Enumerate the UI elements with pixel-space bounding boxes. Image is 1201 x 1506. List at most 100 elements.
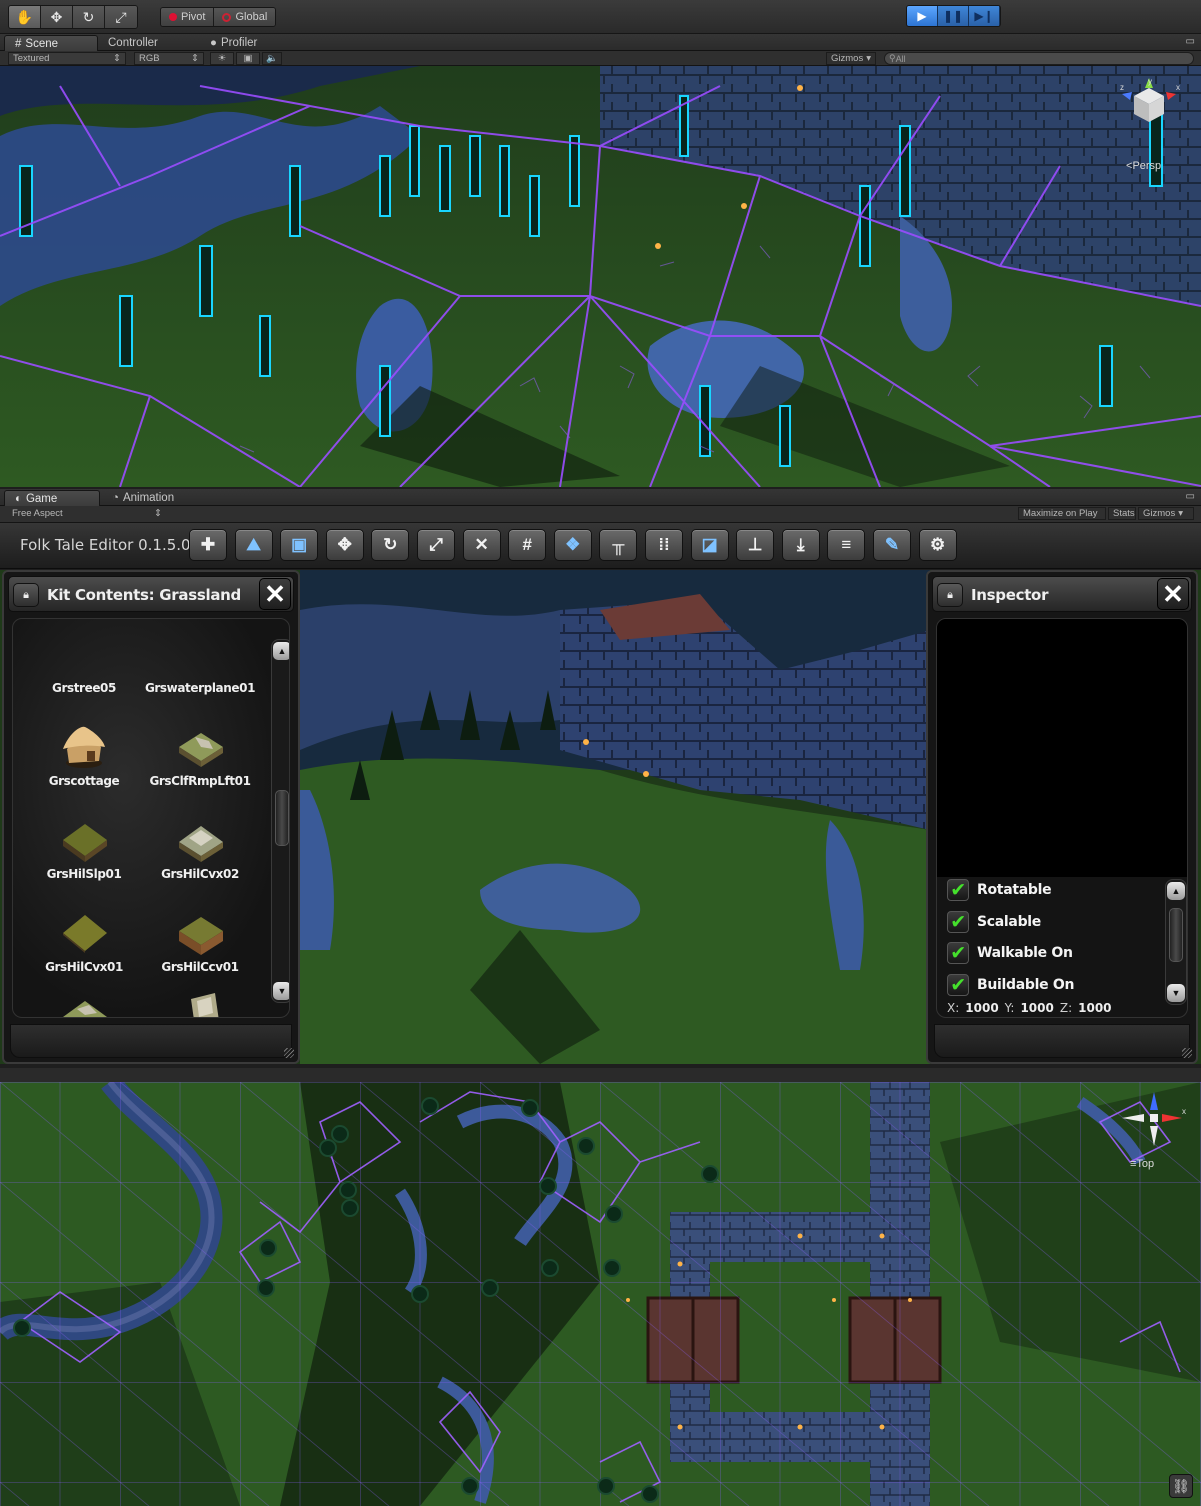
rotate-icon: ↻ bbox=[82, 8, 95, 25]
layers-button[interactable]: ≡ bbox=[827, 529, 866, 561]
kit-item-grid: Grstree05 Grswaterplane01 Grscottage Grs… bbox=[12, 618, 290, 1018]
drop-button[interactable]: ⤓ bbox=[781, 529, 820, 561]
grid-button[interactable]: # bbox=[508, 529, 547, 561]
move-button[interactable]: ✥ bbox=[325, 529, 364, 561]
cottage-thumbnail bbox=[63, 726, 105, 768]
open-button[interactable]: ⛰ bbox=[234, 529, 273, 561]
hierarchy-button[interactable]: ⊥ bbox=[736, 529, 775, 561]
kit-item[interactable]: GrsHilCvx02 bbox=[141, 816, 259, 881]
scene-viewport[interactable]: z y x <Persp bbox=[0, 66, 1201, 487]
tab-animation[interactable]: ◔ Animation bbox=[102, 490, 184, 506]
lock-button[interactable]: 🔒︎ bbox=[13, 583, 39, 607]
scroll-up-button[interactable]: ▲ bbox=[273, 642, 289, 660]
settings-button[interactable]: ⚙ bbox=[918, 529, 957, 561]
checkbox[interactable]: ✔ bbox=[947, 879, 969, 901]
scale-z-field[interactable]: 1000 bbox=[1078, 1001, 1111, 1015]
rotatable-option[interactable]: ✔ Rotatable bbox=[947, 877, 1052, 903]
scale-icon: ⤢ bbox=[115, 8, 127, 25]
kit-item[interactable]: Grswaterplane01 bbox=[141, 681, 259, 695]
play-button[interactable]: ▶ bbox=[907, 6, 938, 26]
panel-menu-icon[interactable]: ▭ bbox=[1186, 491, 1195, 502]
buildable-on-option[interactable]: ✔ Buildable On bbox=[947, 972, 1074, 998]
orientation-gizmo[interactable]: z y x bbox=[1114, 78, 1184, 144]
lighting-toggle[interactable]: ☀ bbox=[210, 52, 234, 65]
kit-item[interactable]: GrsHilCcv01 bbox=[141, 909, 259, 974]
new-button[interactable]: ✚ bbox=[189, 529, 227, 561]
hand-tool-button[interactable]: ✋ bbox=[9, 6, 41, 28]
scroll-down-button[interactable]: ▼ bbox=[1167, 984, 1185, 1002]
scale-y-field[interactable]: 1000 bbox=[1020, 1001, 1053, 1015]
scale-tool-button[interactable]: ⤢ bbox=[105, 6, 137, 28]
resize-grip-icon[interactable] bbox=[284, 1048, 294, 1058]
checkbox[interactable]: ✔ bbox=[947, 974, 969, 996]
tab-profiler[interactable]: ● Profiler bbox=[200, 35, 267, 51]
aspect-dropdown[interactable]: Free Aspect ⇕ bbox=[8, 507, 166, 520]
scene-search-input[interactable]: ⚲ All bbox=[884, 52, 1194, 65]
panel-menu-icon[interactable]: ▭ bbox=[1186, 36, 1195, 47]
dropdown-arrow-icon: ⇕ bbox=[113, 53, 121, 64]
scroll-thumb[interactable] bbox=[1169, 908, 1183, 962]
kit-panel-header: 🔒︎ Kit Contents: Grassland ✕ bbox=[8, 576, 294, 612]
inspector-panel: 🔒︎ Inspector ✕ ✔ Rotatable ✔ Scalable ✔ Wal… bbox=[926, 570, 1198, 1064]
kit-item[interactable]: GrsHilSlp01 bbox=[25, 816, 143, 881]
resize-grip-icon[interactable] bbox=[1182, 1048, 1192, 1058]
lock-button[interactable]: 🔒︎ bbox=[937, 583, 963, 607]
snap-grid-icon: ⁞⁞ bbox=[658, 535, 670, 554]
top-viewport[interactable]: z x ≡Top ⛓ bbox=[0, 1068, 1201, 1506]
delete-button[interactable]: ✕ bbox=[462, 529, 501, 561]
move-tool-button[interactable]: ✥ bbox=[41, 6, 73, 28]
kit-close-button[interactable]: ✕ bbox=[259, 578, 291, 610]
pivot-button[interactable]: Pivot bbox=[161, 8, 215, 26]
pause-button[interactable]: ❚❚ bbox=[938, 6, 969, 26]
top-orientation-gizmo[interactable]: z x bbox=[1118, 1092, 1190, 1152]
render-mode-dropdown[interactable]: Textured ⇕ bbox=[8, 52, 126, 65]
stack-button[interactable]: ◪ bbox=[690, 529, 729, 561]
tab-controller[interactable]: Controller bbox=[98, 35, 168, 51]
color-mode-dropdown[interactable]: RGB ⇕ bbox=[134, 52, 204, 65]
audio-toggle[interactable]: 🔈 bbox=[262, 52, 282, 65]
top-view-render bbox=[0, 1082, 1201, 1506]
top-projection-label[interactable]: ≡Top bbox=[1130, 1158, 1154, 1170]
paint-button[interactable]: ✎ bbox=[873, 529, 911, 561]
transform-tools: ✋ ✥ ↻ ⤢ bbox=[8, 5, 138, 29]
step-button[interactable]: ▶❙ bbox=[969, 6, 1000, 26]
checkbox[interactable]: ✔ bbox=[947, 911, 969, 933]
kit-item[interactable]: GrsHilCvx01 bbox=[25, 909, 143, 974]
inspector-scrollbar[interactable]: ▲ ▼ bbox=[1165, 879, 1187, 1005]
tab-game[interactable]: ◐ Game bbox=[4, 490, 100, 506]
align-top-button[interactable]: ╥ bbox=[599, 529, 638, 561]
scale-button[interactable]: ⤢ bbox=[417, 529, 455, 561]
play-icon: ▶ bbox=[917, 9, 927, 23]
kit-item[interactable]: Grstree05 bbox=[25, 681, 143, 695]
inspector-close-button[interactable]: ✕ bbox=[1157, 578, 1189, 610]
inspector-preview bbox=[937, 619, 1187, 877]
kit-thumbnail-partial[interactable] bbox=[177, 991, 229, 1018]
rotate-button[interactable]: ↻ bbox=[371, 529, 410, 561]
kit-item[interactable]: GrsClfRmpLft01 bbox=[141, 723, 259, 788]
projection-label[interactable]: <Persp bbox=[1126, 160, 1161, 172]
link-toggle-button[interactable]: ⛓ bbox=[1169, 1474, 1193, 1498]
scalable-option[interactable]: ✔ Scalable bbox=[947, 909, 1041, 935]
scroll-thumb[interactable] bbox=[275, 790, 289, 846]
arrow-up-icon: ▲ bbox=[277, 646, 287, 656]
snap-grid-button[interactable]: ⁞⁞ bbox=[645, 529, 683, 561]
stats-toggle[interactable]: Stats bbox=[1108, 507, 1136, 520]
gizmos-dropdown[interactable]: Gizmos ▾ bbox=[826, 52, 876, 65]
walkable-on-option[interactable]: ✔ Walkable On bbox=[947, 940, 1073, 966]
speaker-icon: 🔈 bbox=[266, 53, 278, 64]
game-gizmos-dropdown[interactable]: Gizmos ▾ bbox=[1138, 507, 1194, 520]
kit-thumbnail-partial[interactable] bbox=[59, 997, 111, 1018]
global-button[interactable]: Global bbox=[214, 8, 276, 26]
scroll-down-button[interactable]: ▼ bbox=[273, 982, 289, 1000]
tab-scene[interactable]: # Scene bbox=[4, 35, 98, 51]
kit-scrollbar[interactable]: ▲ ▼ bbox=[271, 639, 289, 1003]
scroll-up-button[interactable]: ▲ bbox=[1167, 882, 1185, 900]
scale-x-field[interactable]: 1000 bbox=[965, 1001, 998, 1015]
kit-button[interactable]: ❖ bbox=[553, 529, 592, 561]
image-toggle[interactable]: ▣ bbox=[236, 52, 260, 65]
rotate-tool-button[interactable]: ↻ bbox=[73, 6, 105, 28]
maximize-on-play-toggle[interactable]: Maximize on Play bbox=[1018, 507, 1106, 520]
kit-item[interactable]: Grscottage bbox=[25, 723, 143, 788]
save-button[interactable]: ▣ bbox=[280, 529, 319, 561]
checkbox[interactable]: ✔ bbox=[947, 942, 969, 964]
